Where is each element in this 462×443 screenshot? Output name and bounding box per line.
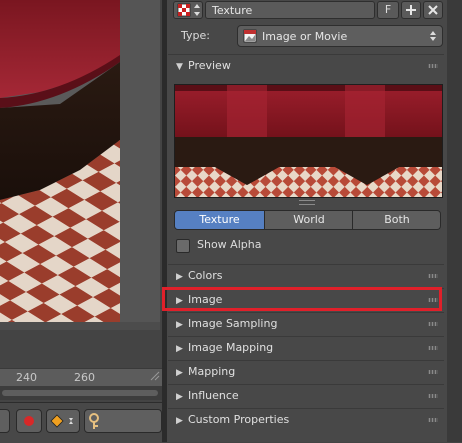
- panel-mapping-label: Mapping: [188, 365, 236, 378]
- panel-image-mapping-label: Image Mapping: [188, 341, 274, 354]
- ruler-mark-240: 240: [16, 371, 37, 384]
- drag-grip-icon[interactable]: [428, 418, 438, 422]
- collapsed-arrow-icon: ▶: [176, 272, 183, 282]
- timeline-controls: [0, 402, 162, 443]
- keyframe-icon: [50, 414, 73, 428]
- panel-image-sampling-label: Image Sampling: [188, 317, 278, 330]
- drag-grip-icon[interactable]: [428, 370, 438, 374]
- panel-colors[interactable]: ▶ Colors: [168, 264, 444, 289]
- timeline-scrollbar[interactable]: [2, 390, 158, 396]
- resize-handle-icon[interactable]: [150, 371, 160, 381]
- texture-type-row: Type: Image or Movie: [171, 25, 443, 47]
- keying-set-field[interactable]: [84, 409, 162, 433]
- texture-browse-button[interactable]: [173, 1, 203, 19]
- tab-both[interactable]: Both: [352, 211, 440, 229]
- checker-icon: [177, 3, 200, 17]
- panel-colors-label: Colors: [188, 269, 223, 282]
- ruler-mark-260: 260: [74, 371, 95, 384]
- preview-render: [175, 85, 442, 197]
- updown-arrows-icon: [194, 4, 200, 8]
- record-icon: [24, 416, 34, 426]
- new-texture-button[interactable]: [401, 1, 421, 19]
- image-panel-highlight: [162, 287, 442, 311]
- updown-arrows-icon: [430, 31, 436, 41]
- drag-grip-icon[interactable]: [428, 322, 438, 326]
- collapsed-arrow-icon: ▶: [176, 368, 183, 378]
- panel-image-mapping[interactable]: ▶ Image Mapping: [168, 336, 444, 361]
- texture-name-field[interactable]: Texture: [205, 1, 375, 19]
- texture-properties-panel: Texture F Type: Image or Movie ▼ Preview…: [167, 0, 447, 442]
- texture-type-value: Image or Movie: [262, 30, 348, 43]
- panel-mapping[interactable]: ▶ Mapping: [168, 360, 444, 385]
- panel-custom-properties-label: Custom Properties: [188, 413, 290, 426]
- preview-panel-header[interactable]: ▼ Preview: [176, 59, 231, 72]
- texture-name: Texture: [212, 4, 253, 17]
- key-icon: [89, 413, 99, 429]
- tab-world[interactable]: World: [264, 211, 353, 229]
- drag-grip-icon[interactable]: [428, 394, 438, 398]
- panel-image-sampling[interactable]: ▶ Image Sampling: [168, 312, 444, 337]
- viewport-render: [0, 0, 160, 330]
- record-button[interactable]: [16, 409, 42, 433]
- panel-influence[interactable]: ▶ Influence: [168, 384, 444, 409]
- close-icon: [428, 5, 438, 15]
- preview-resize-handle[interactable]: [299, 200, 315, 205]
- show-alpha-label: Show Alpha: [197, 238, 262, 251]
- expanded-arrow-icon: ▼: [176, 62, 183, 72]
- texture-type-dropdown[interactable]: Image or Movie: [237, 25, 443, 47]
- drag-grip-icon[interactable]: [428, 64, 438, 68]
- panel-scrollbar-strip[interactable]: [447, 0, 462, 442]
- plus-icon: [406, 5, 416, 15]
- unlink-texture-button[interactable]: [423, 1, 443, 19]
- drag-grip-icon[interactable]: [428, 274, 438, 278]
- tab-texture[interactable]: Texture: [175, 211, 264, 229]
- timeline-prev-button[interactable]: [0, 409, 10, 433]
- collapsed-arrow-icon: ▶: [176, 392, 183, 402]
- collapsed-arrow-icon: ▶: [176, 344, 183, 354]
- drag-grip-icon[interactable]: [428, 346, 438, 350]
- timeline-ruler[interactable]: 240 260: [0, 368, 162, 387]
- type-label: Type:: [181, 29, 210, 42]
- collapsed-arrow-icon: ▶: [176, 416, 183, 426]
- fake-user-label: F: [384, 3, 392, 16]
- image-icon: [243, 29, 257, 43]
- panel-custom-properties[interactable]: ▶ Custom Properties: [168, 408, 444, 433]
- texture-datablock-row: Texture F: [171, 1, 445, 21]
- 3d-viewport[interactable]: [0, 0, 160, 330]
- collapsed-arrow-icon: ▶: [176, 320, 183, 330]
- panel-influence-label: Influence: [188, 389, 239, 402]
- preview-type-tabs: Texture World Both: [174, 210, 441, 230]
- keying-set-dropdown[interactable]: [46, 409, 80, 433]
- texture-preview-image: [174, 84, 443, 198]
- preview-title: Preview: [188, 59, 231, 72]
- show-alpha-checkbox[interactable]: [176, 239, 190, 253]
- fake-user-button[interactable]: F: [377, 1, 399, 19]
